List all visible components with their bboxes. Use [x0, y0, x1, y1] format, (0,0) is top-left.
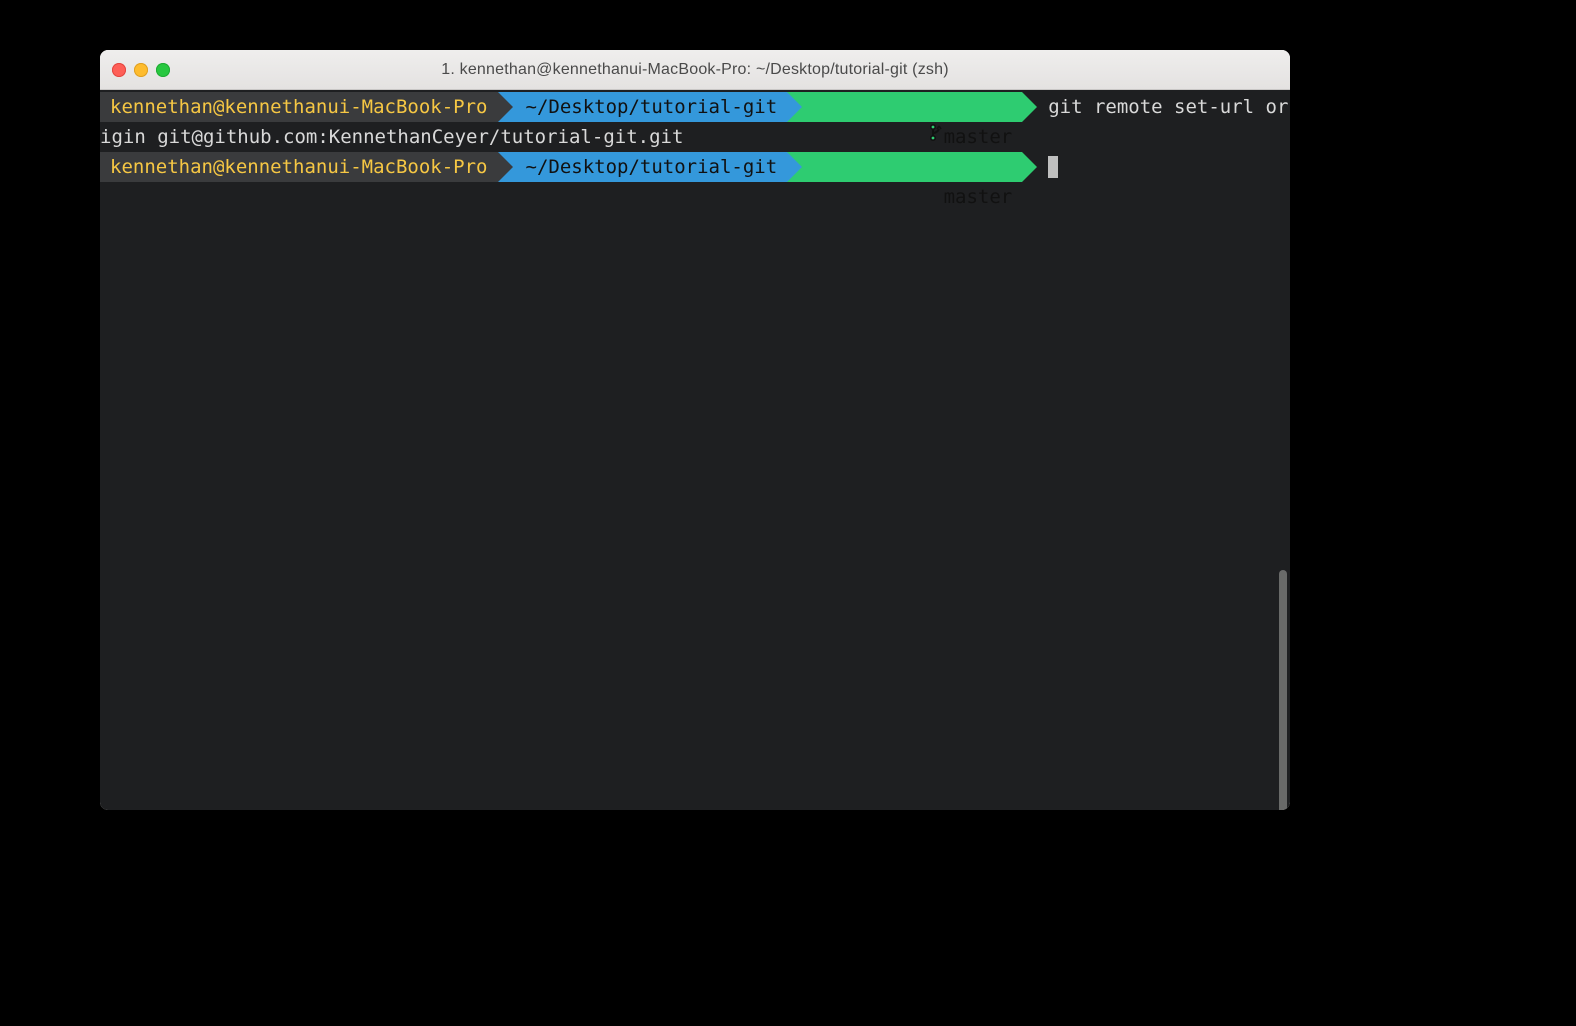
zoom-button[interactable]: [156, 63, 170, 77]
close-button[interactable]: [112, 63, 126, 77]
terminal-window: 1. kennethan@kennethanui-MacBook-Pro: ~/…: [100, 50, 1290, 810]
window-titlebar[interactable]: 1. kennethan@kennethanui-MacBook-Pro: ~/…: [100, 50, 1290, 90]
prompt-userhost-segment: kennethan@kennethanui-MacBook-Pro: [100, 92, 498, 122]
command-text-wrapped: igin git@github.com:KennethanCeyer/tutor…: [100, 122, 683, 152]
minimize-button[interactable]: [134, 63, 148, 77]
terminal-line: igin git@github.com:KennethanCeyer/tutor…: [100, 122, 1290, 152]
prompt-branch-segment: master: [787, 152, 1022, 182]
prompt-path: ~/Desktop/tutorial-git: [526, 152, 778, 182]
prompt-path: ~/Desktop/tutorial-git: [526, 92, 778, 122]
git-branch-icon: [930, 122, 942, 142]
window-title: 1. kennethan@kennethanui-MacBook-Pro: ~/…: [100, 50, 1290, 90]
terminal-line: kennethan@kennethanui-MacBook-Pro ~/Desk…: [100, 152, 1290, 182]
scrollbar-thumb[interactable]: [1279, 570, 1287, 810]
prompt-userhost: kennethan@kennethanui-MacBook-Pro: [110, 92, 488, 122]
prompt-userhost: kennethan@kennethanui-MacBook-Pro: [110, 152, 488, 182]
prompt-path-segment: ~/Desktop/tutorial-git: [498, 92, 788, 122]
traffic-lights: [112, 63, 170, 77]
terminal-body[interactable]: kennethan@kennethanui-MacBook-Pro ~/Desk…: [100, 90, 1290, 810]
prompt-path-segment: ~/Desktop/tutorial-git: [498, 152, 788, 182]
terminal-line: kennethan@kennethanui-MacBook-Pro ~/Desk…: [100, 92, 1290, 122]
prompt-userhost-segment: kennethan@kennethanui-MacBook-Pro: [100, 152, 498, 182]
